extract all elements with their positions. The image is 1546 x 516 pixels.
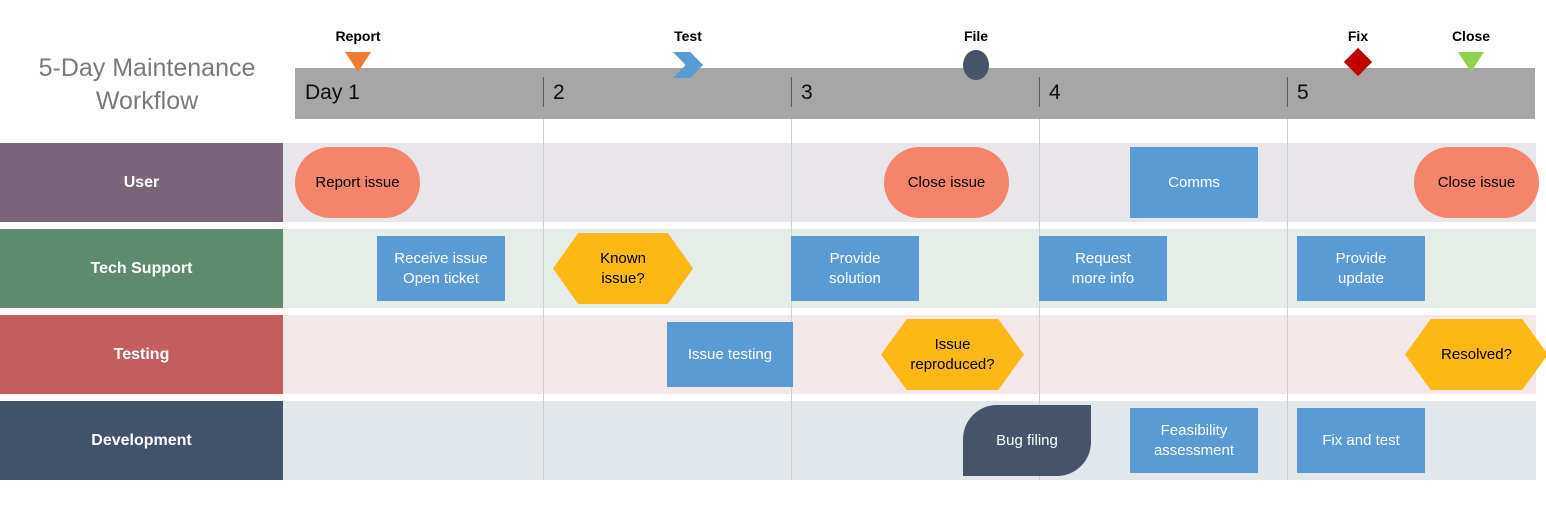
- day-tick-5: [1287, 77, 1288, 107]
- day-label-1: Day 1: [305, 81, 360, 104]
- swimlane-label: User: [123, 173, 160, 191]
- milestone-label-file: File: [963, 28, 989, 44]
- day-tick-2: [543, 77, 544, 107]
- milestone-label-fix: Fix: [1347, 28, 1369, 44]
- day-label-3: 3: [801, 81, 813, 104]
- triangle-down-icon: [1458, 52, 1484, 72]
- swimlane-track-user: Report issue Close issue Comms Close issue: [283, 143, 1539, 222]
- swimlane-track-testing: Issue testing Issue reproduced? Resolved?: [283, 315, 1546, 394]
- gridline-day-2: [543, 119, 544, 480]
- task-receive-issue-open-ticket[interactable]: Receive issue Open ticket: [377, 236, 505, 301]
- task-report-issue[interactable]: Report issue: [295, 147, 420, 218]
- task-fix-and-test[interactable]: Fix and test: [1297, 408, 1425, 473]
- swimlane-tech-support: Tech Support Receive issue Open ticket Kno…: [0, 229, 1536, 308]
- day-label-5: 5: [1297, 81, 1309, 104]
- page-title: 5-Day Maintenance Workflow: [38, 54, 256, 115]
- task-request-more-info[interactable]: Request more info: [1039, 236, 1167, 301]
- task-close-issue[interactable]: Close issue: [884, 147, 1009, 218]
- task-issue-testing[interactable]: Issue testing: [667, 322, 793, 387]
- swimlane-header-tech-support[interactable]: Tech Support: [0, 229, 283, 308]
- day-tick-4: [1039, 77, 1040, 107]
- triangle-down-icon: [345, 52, 371, 72]
- milestone-label-report: Report: [335, 28, 381, 44]
- day-tick-3: [791, 77, 792, 107]
- task-feasibility-assessment[interactable]: Feasibility assessment: [1130, 408, 1258, 473]
- milestone-label-close: Close: [1451, 28, 1491, 44]
- swimlane-header-user[interactable]: User: [0, 143, 283, 222]
- task-comms[interactable]: Comms: [1130, 147, 1258, 218]
- task-provide-update[interactable]: Provide update: [1297, 236, 1425, 301]
- timeline-bar: Day 1 2 3 4 5: [295, 68, 1535, 119]
- swimlane-testing: Testing Issue testing Issue reproduced? Res…: [0, 315, 1546, 394]
- swimlane-user: User Report issue Close issue Comms Close is…: [0, 143, 1539, 222]
- milestone-label-test: Test: [674, 28, 702, 44]
- day-label-2: 2: [553, 81, 565, 104]
- task-bug-filing[interactable]: Bug filing: [963, 405, 1091, 476]
- task-issue-reproduced[interactable]: Issue reproduced?: [881, 319, 1024, 390]
- circle-icon: [963, 50, 989, 80]
- task-provide-solution[interactable]: Provide solution: [791, 236, 919, 301]
- swimlane-label: Tech Support: [90, 259, 193, 277]
- swimlane-track-development: Bug filing Feasibility assessment Fix and …: [283, 401, 1536, 480]
- swimlane-label: Development: [91, 431, 192, 449]
- task-close-issue[interactable]: Close issue: [1414, 147, 1539, 218]
- task-known-issue[interactable]: Known issue?: [553, 233, 693, 304]
- swimlane-track-tech-support: Receive issue Open ticket Known issue? Pro…: [283, 229, 1536, 308]
- workflow-timeline-canvas: 5-Day Maintenance Workflow Day 1 2 3 4 5 Rep…: [0, 0, 1546, 516]
- swimlane-header-testing[interactable]: Testing: [0, 315, 283, 394]
- task-resolved[interactable]: Resolved?: [1405, 319, 1546, 390]
- swimlane-development: Development Bug filing Feasibility assessm…: [0, 401, 1536, 480]
- swimlane-header-development[interactable]: Development: [0, 401, 283, 480]
- day-label-4: 4: [1049, 81, 1061, 104]
- gridline-day-5: [1287, 119, 1288, 480]
- swimlane-label: Testing: [113, 345, 170, 363]
